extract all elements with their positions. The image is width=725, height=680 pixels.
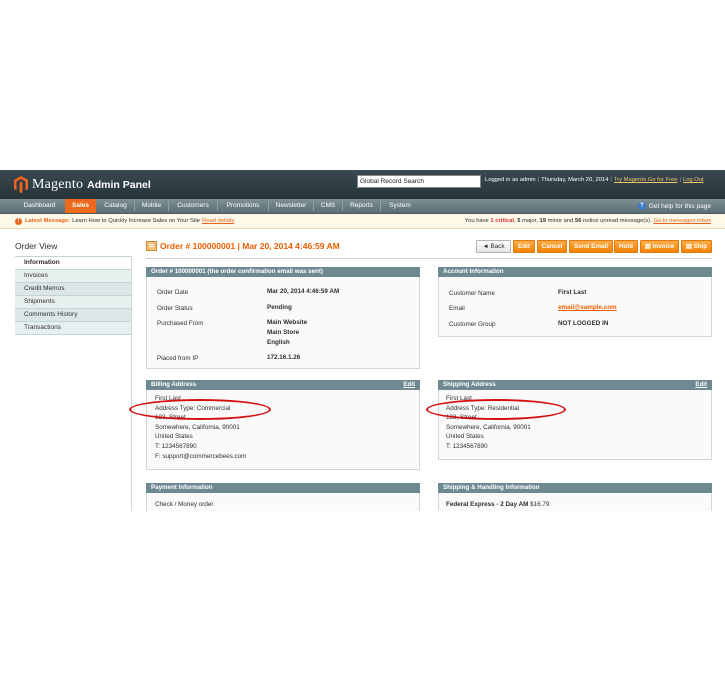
cancel-button[interactable]: Cancel bbox=[537, 240, 567, 253]
tab-comments-history[interactable]: Comments History bbox=[15, 309, 131, 322]
nav-sales[interactable]: Sales bbox=[65, 199, 96, 213]
payment-info-header: Payment Information bbox=[146, 483, 420, 493]
shipping-address-type-highlight bbox=[426, 399, 566, 420]
magento-logo-icon bbox=[14, 176, 28, 193]
shipping-edit-link[interactable]: Edit bbox=[695, 380, 707, 390]
latest-message: ! Latest Message: Learn How to Quickly I… bbox=[15, 214, 234, 228]
account-box-header: Account Information bbox=[438, 267, 712, 277]
nav-dashboard[interactable]: Dashboard bbox=[14, 199, 65, 213]
messages-inbox-link[interactable]: Go to messages inbox bbox=[653, 218, 711, 224]
purchased-from-website: Main Website bbox=[267, 319, 308, 326]
order-status-label: Order Status bbox=[157, 305, 193, 312]
read-details-link[interactable]: Read details bbox=[202, 214, 234, 228]
tab-transactions[interactable]: Transactions bbox=[15, 322, 131, 335]
hold-button[interactable]: Hold bbox=[614, 240, 638, 253]
warning-icon: ! bbox=[15, 217, 22, 225]
latest-message-text: Learn How to Quickly Increase Sales on Y… bbox=[72, 218, 201, 224]
nav-mobile[interactable]: Mobile bbox=[135, 199, 168, 213]
order-date-value: Mar 20, 2014 4:46:59 AM bbox=[267, 288, 340, 295]
send-email-button[interactable]: Send Email bbox=[569, 240, 613, 253]
unread-messages-summary: You have 1 critical, 5 major, 19 minor a… bbox=[464, 218, 711, 224]
order-view-tabs: Information Invoices Credit Memos Shipme… bbox=[15, 256, 131, 335]
nav-newsletter[interactable]: Newsletter bbox=[269, 199, 313, 213]
shipping-city: Somewhere, California, 90001 bbox=[446, 423, 531, 431]
order-icon bbox=[146, 241, 157, 251]
shipping-country: United States bbox=[446, 433, 484, 441]
shipping-handling-header: Shipping & Handling Information bbox=[438, 483, 712, 493]
billing-edit-link[interactable]: Edit bbox=[403, 380, 415, 390]
ship-button[interactable]: ▤ Ship bbox=[681, 240, 712, 253]
billing-address-title: Billing Address bbox=[151, 381, 197, 388]
logo-subtitle: Admin Panel bbox=[87, 178, 151, 191]
title-divider bbox=[146, 258, 712, 259]
email-label: Email bbox=[449, 305, 465, 312]
sidebar-title: Order View bbox=[15, 241, 58, 251]
invoice-button[interactable]: ▤ Invoice bbox=[640, 240, 679, 253]
customer-name-value: First Last bbox=[558, 289, 587, 296]
order-box-header: Order # 100000001 (the order confirmatio… bbox=[146, 267, 420, 277]
help-text: Get help for this page bbox=[648, 202, 711, 210]
help-link[interactable]: ? Get help for this page bbox=[637, 202, 711, 210]
admin-screenshot: Magento Admin Panel Logged in as admin|T… bbox=[0, 170, 725, 511]
nav-catalog[interactable]: Catalog bbox=[97, 199, 134, 213]
placed-from-ip-value: 172.16.1.26 bbox=[267, 354, 301, 361]
tab-invoices[interactable]: Invoices bbox=[15, 270, 131, 283]
header-links: Logged in as admin | Thursday, March 20, 2… bbox=[485, 177, 704, 183]
billing-country: United States bbox=[155, 433, 193, 441]
customer-group-value: NOT LOGGED IN bbox=[558, 320, 609, 327]
tab-shipments[interactable]: Shipments bbox=[15, 296, 131, 309]
header-date: Thursday, March 20, 2014 bbox=[541, 177, 609, 183]
shipping-phone: T: 1234567890 bbox=[446, 442, 488, 450]
billing-phone: T: 1234567890 bbox=[155, 442, 197, 450]
shipping-address-header: Shipping Address Edit bbox=[438, 380, 712, 390]
edit-button[interactable]: Edit bbox=[513, 240, 535, 253]
nav-reports[interactable]: Reports bbox=[343, 199, 380, 213]
nav-system[interactable]: System bbox=[381, 199, 419, 213]
global-search-input[interactable] bbox=[357, 175, 481, 188]
purchased-from-language: English bbox=[267, 339, 290, 346]
page-title-text: Order # 100000001 | Mar 20, 2014 4:46:59… bbox=[160, 241, 340, 251]
logged-in-text: Logged in as admin bbox=[485, 177, 536, 183]
payment-method: Check / Money order bbox=[155, 501, 214, 508]
logo-word: Magento bbox=[32, 176, 84, 192]
nav-cms[interactable]: CMS bbox=[314, 199, 342, 213]
page-title: Order # 100000001 | Mar 20, 2014 4:46:59… bbox=[146, 241, 340, 251]
shipping-method-price: $16.79 bbox=[530, 501, 550, 508]
customer-name-label: Customer Name bbox=[449, 290, 495, 297]
main-nav: Dashboard Sales Catalog Mobile Customers… bbox=[0, 199, 725, 214]
purchased-from-store: Main Store bbox=[267, 329, 300, 336]
purchased-from-label: Purchased From bbox=[157, 320, 204, 327]
shipping-method-name: Federal Express - 2 Day AM bbox=[446, 501, 529, 508]
admin-header: Magento Admin Panel Logged in as admin|T… bbox=[0, 170, 725, 199]
logout-link[interactable]: Log Out bbox=[683, 177, 704, 183]
back-button[interactable]: ◄ Back bbox=[476, 240, 511, 253]
try-magento-go-link[interactable]: Try Magento Go for Free bbox=[614, 177, 678, 183]
ship-icon: ▤ bbox=[685, 243, 694, 250]
system-message-bar: ! Latest Message: Learn How to Quickly I… bbox=[0, 214, 725, 229]
placed-from-ip-label: Placed from IP bbox=[157, 355, 199, 362]
nav-customers[interactable]: Customers bbox=[169, 199, 217, 213]
invoice-icon: ▤ bbox=[644, 243, 653, 250]
billing-address-header: Billing Address Edit bbox=[146, 380, 420, 390]
tab-information[interactable]: Information bbox=[15, 257, 131, 270]
order-status-value: Pending bbox=[267, 304, 292, 311]
customer-email-link[interactable]: email@sample.com bbox=[558, 304, 617, 311]
magento-logo[interactable]: Magento Admin Panel bbox=[14, 175, 151, 194]
billing-fax: F: support@commercebees.com bbox=[155, 452, 247, 460]
shipping-address-title: Shipping Address bbox=[443, 381, 496, 388]
tab-credit-memos[interactable]: Credit Memos bbox=[15, 283, 131, 296]
sidebar-divider bbox=[131, 256, 132, 511]
nav-promotions[interactable]: Promotions bbox=[218, 199, 268, 213]
latest-message-label: Latest Message: bbox=[25, 218, 71, 224]
billing-address-type-highlight bbox=[129, 399, 271, 420]
billing-city: Somewhere, California, 90001 bbox=[155, 423, 240, 431]
customer-group-label: Customer Group bbox=[449, 321, 496, 328]
shipping-method: Federal Express - 2 Day AM $16.79 bbox=[446, 501, 549, 508]
help-icon: ? bbox=[637, 202, 646, 210]
order-date-label: Order Date bbox=[157, 289, 189, 296]
